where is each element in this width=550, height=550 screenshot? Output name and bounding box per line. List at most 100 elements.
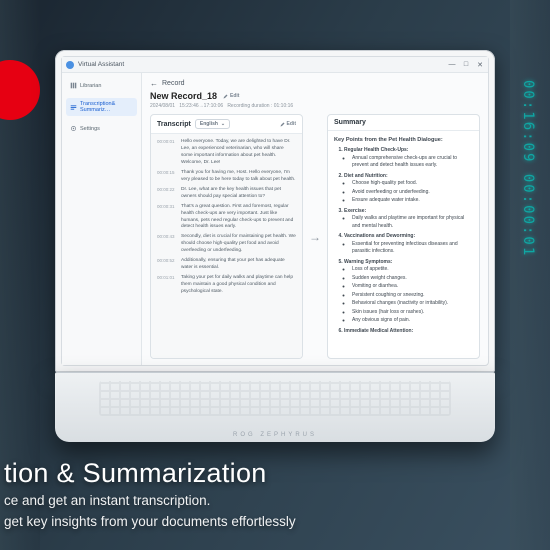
window-controls: — □ ✕ — [448, 61, 484, 69]
summary-sublist: Daily walks and playtime are important f… — [344, 215, 473, 230]
summary-keypoints-title: Key Points from the Pet Health Dialogue: — [334, 136, 473, 144]
transcript-text: Dr. Lee, what are the key health issues … — [181, 187, 296, 201]
transcript-timestamp: 00:00:31 — [157, 204, 177, 232]
language-select[interactable]: English ⌄ — [195, 119, 230, 129]
record-duration-label: Recording duration : — [227, 103, 272, 109]
sidebar-item-label: Transcription& Summariz… — [80, 101, 133, 113]
summary-subpoint: Essential for preventing infectious dise… — [352, 241, 473, 256]
overlay-sub2: get key insights from your documents eff… — [4, 512, 550, 532]
library-icon — [70, 82, 77, 89]
screen-bezel: Virtual Assistant — □ ✕ Librarian — [55, 50, 495, 372]
arrow-right-icon: → — [307, 230, 323, 244]
brand-accent-dot — [0, 60, 40, 120]
summary-point-title: Exercise: — [344, 208, 366, 214]
window-minimize-button[interactable]: — — [448, 61, 456, 69]
transcript-text: Additionally, ensuring that your pet has… — [181, 258, 296, 272]
record-duration: 01:10:16 — [274, 103, 293, 109]
summary-point-title: Immediate Medical Attention: — [344, 328, 413, 334]
summary-panel: Summary Key Points from the Pet Health D… — [327, 114, 480, 359]
app-icon — [66, 61, 74, 69]
transcript-text: That's a great question. First and forem… — [181, 204, 296, 232]
transcript-body[interactable]: 00:00:01Hello everyone. Today, we are de… — [151, 134, 302, 358]
edit-title-label: Edit — [230, 93, 239, 99]
transcript-line: 00:00:15 Thank you for having me, Host. H… — [157, 170, 296, 184]
summary-point-title: Diet and Nutrition: — [344, 173, 388, 179]
app-body: Librarian Transcription& Summariz… — [62, 73, 488, 365]
summary-header: Summary — [328, 115, 479, 131]
transcript-line: 00:00:01Hello everyone. Today, we are de… — [157, 139, 296, 167]
transcript-text: Hello everyone. Today, we are delighted … — [181, 139, 296, 167]
sidebar-item-settings[interactable]: Settings — [66, 122, 137, 135]
laptop-brand: ROG ZEPHYRUS — [233, 432, 317, 438]
summary-point: Exercise:Daily walks and playtime are im… — [344, 208, 473, 231]
breadcrumb-label: Record — [162, 80, 185, 87]
record-date: 2024/08/01 — [150, 103, 175, 109]
summary-point-title: Vaccinations and Deworming: — [344, 233, 415, 239]
panels-row: Transcript English ⌄ Edit — [150, 114, 480, 359]
summary-subpoint: Persistent coughing or sneezing. — [352, 292, 473, 300]
window-maximize-button[interactable]: □ — [462, 61, 470, 69]
laptop-keyboard: ROG ZEPHYRUS — [55, 372, 495, 442]
laptop-mockup: Virtual Assistant — □ ✕ Librarian — [55, 50, 495, 442]
edit-transcript-label: Edit — [287, 121, 296, 127]
summary-subpoint: Any obvious signs of pain. — [352, 317, 473, 325]
summary-subpoint: Daily walks and playtime are important f… — [352, 215, 473, 230]
window-close-button[interactable]: ✕ — [476, 61, 484, 69]
transcript-line: 00:00:43Secondly, diet is crucial for ma… — [157, 234, 296, 255]
transcript-line: 00:00:52 Additionally, ensuring that your… — [157, 258, 296, 272]
settings-icon — [70, 125, 77, 132]
transcript-header: Transcript English ⌄ Edit — [151, 115, 302, 134]
summary-subpoint: Choose high-quality pet food. — [352, 180, 473, 188]
transcript-line: 00:00:22 Dr. Lee, what are the key health… — [157, 187, 296, 201]
pencil-icon — [223, 94, 228, 99]
summary-body[interactable]: Key Points from the Pet Health Dialogue:… — [328, 131, 479, 358]
transcribe-icon — [70, 104, 77, 111]
decorative-timecode: 00:16:09 00:00:01 — [520, 80, 536, 257]
virtual-assistant-app: Virtual Assistant — □ ✕ Librarian — [61, 56, 489, 366]
language-value: English — [200, 121, 218, 127]
summary-point: Diet and Nutrition:Choose high-quality p… — [344, 173, 473, 205]
transcript-panel: Transcript English ⌄ Edit — [150, 114, 303, 359]
summary-heading: Summary — [334, 119, 366, 126]
sidebar: Librarian Transcription& Summariz… — [62, 73, 142, 365]
summary-sublist: Essential for preventing infectious dise… — [344, 241, 473, 256]
sidebar-item-label: Settings — [80, 126, 100, 132]
transcript-line: 00:01:01Taking your pet for daily walks … — [157, 275, 296, 296]
transcript-timestamp: 00:00:22 — [157, 187, 177, 201]
transcript-timestamp: 00:00:15 — [157, 170, 177, 184]
transcript-text: Secondly, diet is crucial for maintainin… — [181, 234, 296, 255]
summary-point: Vaccinations and Deworming: Essential for… — [344, 233, 473, 256]
sidebar-item-transcription[interactable]: Transcription& Summariz… — [66, 98, 137, 116]
summary-subpoint: Skin issues (hair loss or rashes). — [352, 309, 473, 317]
transcript-text: Thank you for having me, Host. Hello eve… — [181, 170, 296, 184]
chevron-down-icon: ⌄ — [221, 121, 225, 127]
summary-list: Regular Health Check-Ups: Annual comprehe… — [334, 147, 473, 335]
transcript-heading: Transcript — [157, 121, 191, 128]
summary-sublist: Choose high-quality pet food.Avoid overf… — [344, 180, 473, 205]
summary-subpoint: Vomiting or diarrhea. — [352, 283, 473, 291]
summary-point: Regular Health Check-Ups: Annual comprehe… — [344, 147, 473, 170]
transcript-text: Taking your pet for daily walks and play… — [181, 275, 296, 296]
summary-sublist: Annual comprehensive check-ups are cruci… — [344, 155, 473, 170]
transcript-timestamp: 00:00:43 — [157, 234, 177, 255]
overlay-sub1: ce and get an instant transcription. — [4, 491, 550, 511]
back-button[interactable]: ← — [150, 79, 158, 88]
summary-point-title: Regular Health Check-Ups: — [344, 147, 408, 153]
record-title: New Record_18 — [150, 91, 217, 101]
promo-scene: 00:16:09 00:00:01 Virtual Assistant — □ … — [0, 0, 550, 550]
transcript-line: 00:00:31That's a great question. First a… — [157, 204, 296, 232]
pencil-icon — [280, 122, 285, 127]
summary-sublist: Loss of appetite.Sudden weight changes.V… — [344, 266, 473, 325]
summary-point: Warning Symptoms:Loss of appetite.Sudden… — [344, 259, 473, 325]
edit-transcript-button[interactable]: Edit — [280, 121, 296, 127]
record-meta: 2024/08/01 15:23:46→17:10:06 Recording d… — [150, 103, 480, 109]
summary-subpoint: Avoid overfeeding or underfeeding. — [352, 189, 473, 197]
transcript-timestamp: 00:00:52 — [157, 258, 177, 272]
transcript-timestamp: 00:00:01 — [157, 139, 177, 167]
app-title: Virtual Assistant — [78, 61, 448, 68]
edit-title-button[interactable]: Edit — [223, 93, 239, 99]
sidebar-item-label: Librarian — [80, 83, 101, 89]
sidebar-item-librarian[interactable]: Librarian — [66, 79, 137, 92]
summary-subpoint: Annual comprehensive check-ups are cruci… — [352, 155, 473, 170]
marketing-overlay: tion & Summarization ce and get an insta… — [0, 458, 550, 532]
